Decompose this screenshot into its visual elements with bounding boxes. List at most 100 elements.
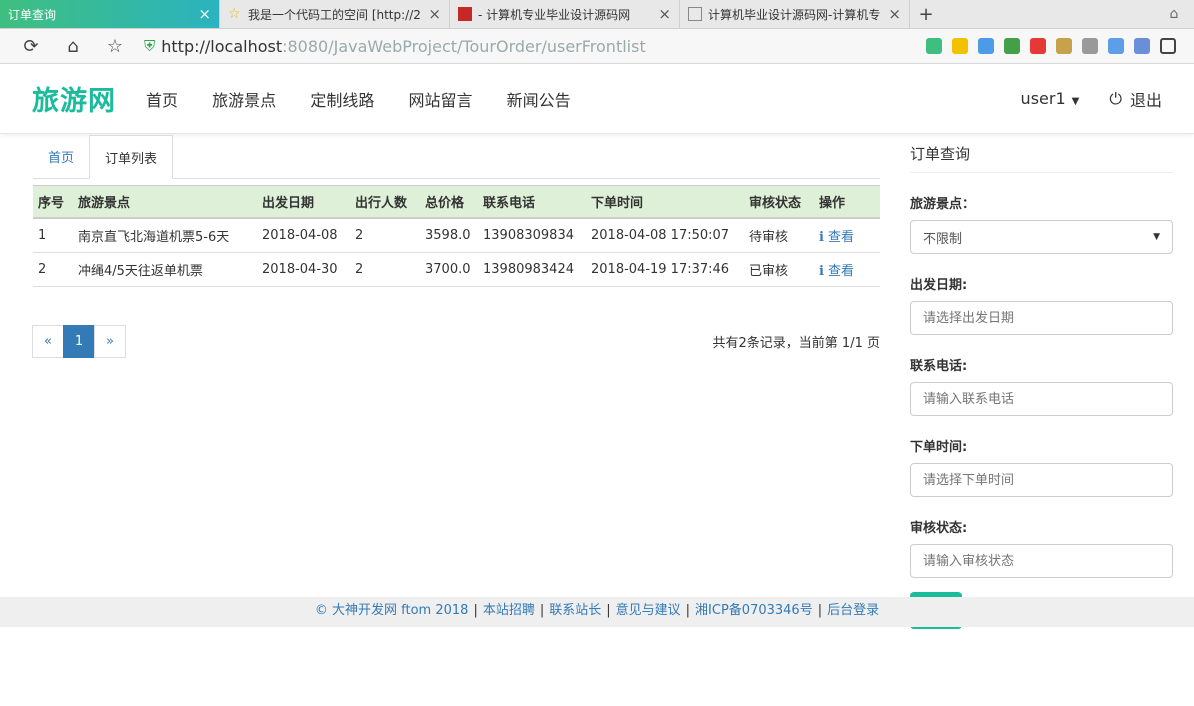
pagination: « 1 » 共有2条记录，当前第 1/1 页 [32,325,880,358]
bookmark-star-icon[interactable]: ☆ [94,36,136,57]
order-time-input[interactable] [910,463,1173,497]
browser-tab-title: 我是一个代码工的空间 [http://2 [248,7,421,22]
browser-tab-title: 计算机毕业设计源码网-计算机专 [708,7,881,22]
footer-admin-login[interactable]: 后台登录 [827,603,879,618]
extension-icon[interactable] [926,38,942,54]
col-header: 联系电话 [478,185,586,219]
nav-news[interactable]: 新闻公告 [507,87,571,111]
close-icon[interactable]: × [428,5,441,23]
browser-tab-title: - 计算机专业毕业设计源码网 [478,7,631,22]
col-header: 旅游景点 [73,185,257,219]
browser-tab-2[interactable]: - 计算机专业毕业设计源码网 × [450,0,680,28]
reload-icon[interactable]: ⟳ [10,36,52,57]
site-footer: © 大神开发网 ftom 2018 | 本站招聘 | 联系站长 | 意见与建议 | 湘ICP备0… [0,597,1194,627]
nav-messages[interactable]: 网站留言 [408,87,472,111]
extension-icon[interactable] [1056,38,1072,54]
tab-home[interactable]: 首页 [33,135,89,178]
view-link[interactable]: i 查看 [819,264,854,279]
nav-routes[interactable]: 定制线路 [310,87,374,111]
table-row: 2 冲绳4/5天往返单机票 2018-04-30 2 3700.0 139809… [33,252,880,287]
cell-people: 2 [350,252,420,287]
extension-toolbar [926,38,1176,54]
user-menu[interactable]: user1 ▼ [1021,89,1080,108]
chevron-down-icon: ▼ [1153,232,1160,242]
scenic-select-value: 不限制 [923,231,963,247]
header-right: user1 ▼ ⏻ 退出 [1021,87,1162,111]
browser-tab-3[interactable]: 计算机毕业设计源码网-计算机专 × [680,0,910,28]
order-list-panel: 首页 订单列表 序号 旅游景点 出发日期 出行人数 总价格 联系电话 下单时间 … [32,135,880,358]
cell-status: 已审核 [744,252,814,287]
new-tab-button[interactable]: + [910,0,942,28]
scenic-label: 旅游景点： [910,197,976,212]
info-icon: i [819,264,824,279]
col-header: 序号 [33,185,73,219]
site-header: 旅游网 首页 旅游景点 定制线路 网站留言 新闻公告 user1 ▼ ⏻ 退出 [0,64,1194,134]
page-button-1[interactable]: 1 [63,325,95,358]
cell-people: 2 [350,218,420,253]
phone-input[interactable] [910,382,1173,416]
phone-label: 联系电话: [910,359,968,374]
phone-field: 联系电话: [910,355,1173,416]
cell-date: 2018-04-30 [257,252,350,287]
home-icon[interactable]: ⌂ [52,36,94,57]
table-row: 1 南京直飞北海道机票5-6天 2018-04-08 2 3598.0 1390… [33,218,880,253]
secure-shield-icon: ⛨ [144,37,156,55]
order-time-label: 下单时间: [910,440,968,455]
view-link-label: 查看 [827,264,854,279]
view-link[interactable]: i 查看 [819,230,854,245]
date-field: 出发日期: [910,274,1173,335]
order-query-panel: 订单查询 旅游景点： 不限制▼ 出发日期: 联系电话: 下单时间: 审核状态: … [910,135,1173,629]
site-brand[interactable]: 旅游网 [32,79,116,118]
table-header-row: 序号 旅游景点 出发日期 出行人数 总价格 联系电话 下单时间 审核状态 操作 [33,185,880,219]
shirt-icon[interactable]: ⌂ [1154,0,1194,28]
status-label: 审核状态: [910,521,968,536]
order-time-field: 下单时间: [910,436,1173,497]
cell-index: 1 [33,218,73,253]
extension-icon[interactable] [1108,38,1124,54]
footer-copyright[interactable]: © 大神开发网 ftom 2018 [315,603,469,618]
scenic-field: 旅游景点： 不限制 ▼ [910,193,1173,254]
extension-icon[interactable] [1004,38,1020,54]
close-icon[interactable]: × [658,5,671,23]
mobile-icon[interactable] [1160,38,1176,54]
view-link-label: 查看 [827,230,854,245]
star-icon: ☆ [228,6,241,22]
extension-icon[interactable] [1082,38,1098,54]
tab-order-list[interactable]: 订单列表 [89,135,174,179]
extension-icon[interactable] [978,38,994,54]
nav-scenic[interactable]: 旅游景点 [212,87,276,111]
footer-recruit[interactable]: 本站招聘 [483,603,535,618]
browser-tab-0[interactable]: 订单查询 × [0,0,220,28]
logout-link[interactable]: 退出 [1130,87,1162,111]
content-tabs: 首页 订单列表 [33,135,880,179]
pagination-info: 共有2条记录，当前第 1/1 页 [712,336,880,351]
url-field[interactable]: ⛨ http://localhost :8080/JavaWebProject/… [144,37,926,56]
cell-phone: 13908309834 [478,218,586,253]
footer-icp[interactable]: 湘ICP备0703346号 [695,603,813,618]
info-icon: i [819,230,824,245]
status-input[interactable] [910,544,1173,578]
browser-tab-1[interactable]: ☆ 我是一个代码工的空间 [http://2 × [220,0,450,28]
prev-page-button[interactable]: « [32,325,64,358]
scenic-select[interactable]: 不限制 ▼ [910,220,1173,254]
cell-action: i 查看 [814,218,880,253]
extension-icon[interactable] [952,38,968,54]
close-icon[interactable]: × [198,5,211,23]
main-nav: 首页 旅游景点 定制线路 网站留言 新闻公告 [146,87,601,111]
extension-icon[interactable] [1030,38,1046,54]
col-header: 操作 [814,185,880,219]
power-icon[interactable]: ⏻ [1109,89,1122,109]
footer-feedback[interactable]: 意见与建议 [616,603,681,618]
footer-contact[interactable]: 联系站长 [549,603,601,618]
cell-price: 3700.0 [420,252,478,287]
url-path: :8080/JavaWebProject/TourOrder/userFront… [282,36,646,56]
cell-scenic: 南京直飞北海道机票5-6天 [73,218,257,253]
browser-tab-bar: 订单查询 × ☆ 我是一个代码工的空间 [http://2 × - 计算机专业毕… [0,0,1194,29]
close-icon[interactable]: × [888,5,901,23]
next-page-button[interactable]: » [94,325,126,358]
nav-home[interactable]: 首页 [146,87,178,111]
col-header: 出发日期 [257,185,350,219]
col-header: 下单时间 [586,185,744,219]
extension-icon[interactable] [1134,38,1150,54]
date-input[interactable] [910,301,1173,335]
